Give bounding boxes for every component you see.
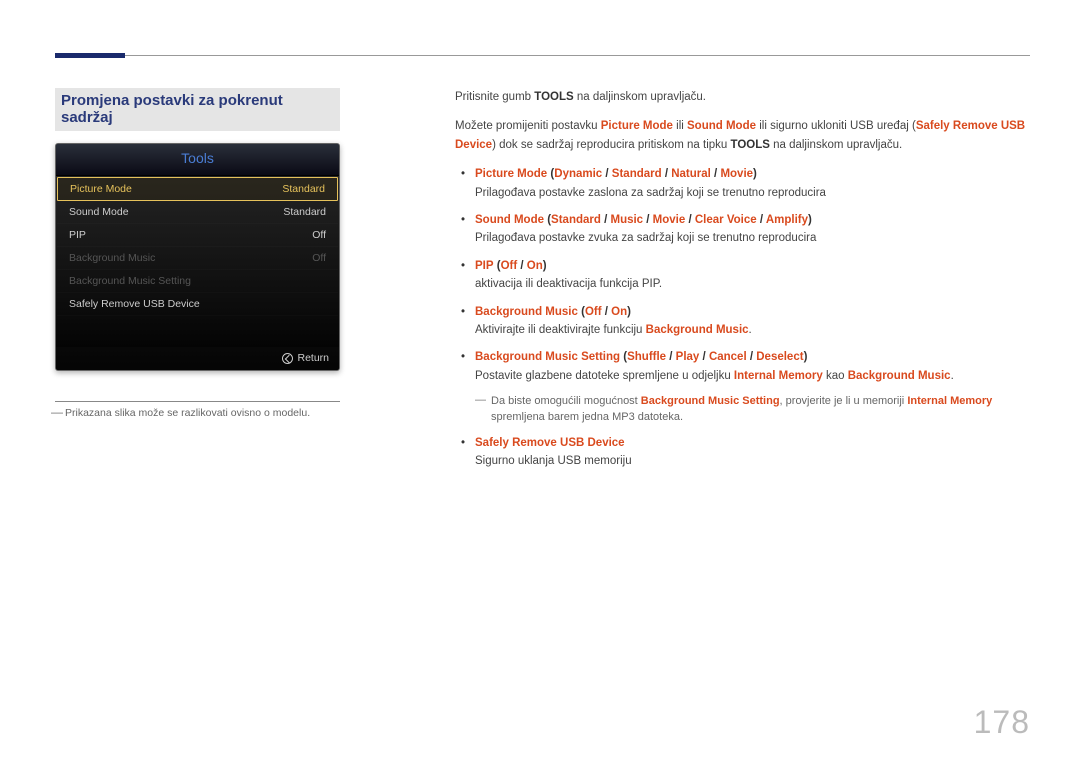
intro-line-2: Možete promijeniti postavku Picture Mode… xyxy=(455,117,1030,154)
footnote-rule xyxy=(55,401,340,402)
tools-panel-header: Tools xyxy=(56,144,339,176)
tools-panel-footer: Return xyxy=(56,347,339,370)
intro-line-1: Pritisnite gumb TOOLS na daljinskom upra… xyxy=(455,88,1030,106)
section-title: Promjena postavki za pokrenut sadržaj xyxy=(55,88,340,131)
tools-row-pip[interactable]: PIP Off xyxy=(57,224,338,247)
tools-row-value: Off xyxy=(312,252,326,264)
left-footnote: Prikazana slika može se razlikovati ovis… xyxy=(55,406,340,421)
spec-list-2: Safely Remove USB Device Sigurno uklanja… xyxy=(455,434,1030,471)
tools-row-background-music-setting: Background Music Setting xyxy=(57,270,338,293)
tools-row-label: Background Music xyxy=(69,252,155,264)
spec-background-music: Background Music (Off / On) Aktivirajte … xyxy=(475,303,1030,340)
tools-row-safely-remove-usb[interactable]: Safely Remove USB Device xyxy=(57,293,338,316)
description-column: Pritisnite gumb TOOLS na daljinskom upra… xyxy=(455,88,1030,480)
tools-row-value: Standard xyxy=(283,206,326,218)
spec-picture-mode: Picture Mode (Dynamic / Standard / Natur… xyxy=(475,165,1030,202)
tools-row-label: Background Music Setting xyxy=(69,275,191,287)
tools-row-value: Off xyxy=(312,229,326,241)
top-rule xyxy=(55,55,1030,56)
tools-row-background-music: Background Music Off xyxy=(57,247,338,270)
page-number: 178 xyxy=(974,704,1030,741)
spec-safely-remove: Safely Remove USB Device Sigurno uklanja… xyxy=(475,434,1030,471)
tools-row-label: Safely Remove USB Device xyxy=(69,298,200,310)
tools-row-sound-mode[interactable]: Sound Mode Standard xyxy=(57,201,338,224)
return-icon[interactable] xyxy=(282,353,293,364)
top-accent-bar xyxy=(55,53,125,58)
return-label[interactable]: Return xyxy=(297,352,329,364)
spec-list: Picture Mode (Dynamic / Standard / Natur… xyxy=(455,165,1030,385)
tools-row-picture-mode[interactable]: Picture Mode Standard xyxy=(57,177,338,201)
tools-row-label: Picture Mode xyxy=(70,183,132,195)
spec-background-music-setting: Background Music Setting (Shuffle / Play… xyxy=(475,348,1030,385)
inline-note: Da biste omogućili mogućnost Background … xyxy=(475,394,1030,426)
tools-row-label: Sound Mode xyxy=(69,206,129,218)
spec-pip: PIP (Off / On) aktivacija ili deaktivaci… xyxy=(475,257,1030,294)
tools-panel: Tools Picture Mode Standard Sound Mode S… xyxy=(55,143,340,371)
spec-sound-mode: Sound Mode (Standard / Music / Movie / C… xyxy=(475,211,1030,248)
tools-panel-body: Picture Mode Standard Sound Mode Standar… xyxy=(56,176,339,347)
tools-row-label: PIP xyxy=(69,229,86,241)
tools-panel-gap xyxy=(57,316,338,346)
tools-row-value: Standard xyxy=(282,183,325,195)
